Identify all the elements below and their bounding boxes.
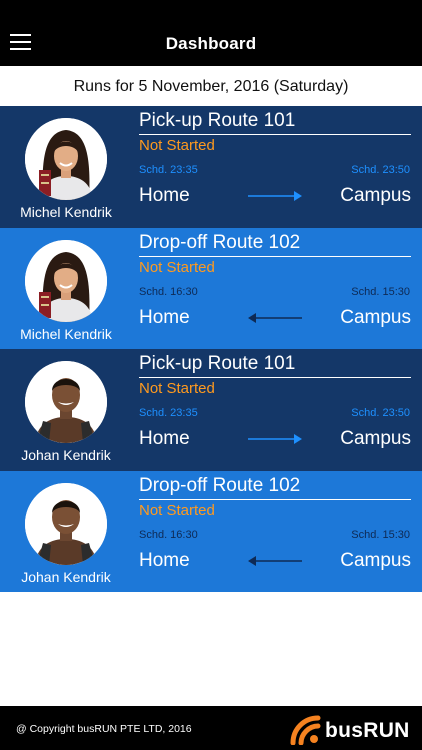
right-arrow-icon [247, 190, 303, 202]
top-app-bar: Dashboard [0, 0, 422, 66]
origin-label: Home [139, 428, 190, 449]
route-name: Pick-up Route 101 [139, 110, 296, 131]
schedule-end: Schd. 23:50 [351, 164, 410, 176]
left-arrow-icon [247, 312, 303, 324]
schedule-end: Schd. 15:30 [351, 285, 410, 298]
destination-label: Campus [340, 428, 411, 449]
route-divider [139, 498, 411, 500]
run-card[interactable]: Michel Kendrik Pick-up Route 101 Not Sta… [0, 106, 422, 228]
schedule-start: Schd. 16:30 [139, 285, 198, 298]
destination-label: Campus [340, 549, 411, 571]
route-divider [139, 255, 411, 257]
logo-text: busRUN [325, 719, 410, 742]
run-card[interactable]: Michel Kendrik Drop-off Route 102 Not St… [0, 227, 422, 349]
copyright-text: @ Copyright busRUN PTE LTD, 2016 [16, 723, 192, 735]
student-name: Michel Kendrik [20, 204, 112, 220]
run-card[interactable]: Johan Kendrik Pick-up Route 101 Not Star… [0, 349, 422, 471]
student-avatar-boy [25, 361, 107, 443]
schedule-end: Schd. 15:30 [351, 528, 410, 541]
origin-label: Home [139, 306, 190, 328]
left-arrow-icon [247, 555, 303, 567]
student-avatar-boy [25, 482, 107, 565]
run-card[interactable]: Johan Kendrik Drop-off Route 102 Not Sta… [0, 470, 422, 592]
schedule-start: Schd. 23:35 [139, 407, 198, 419]
route-divider [139, 377, 411, 378]
route-name: Pick-up Route 101 [139, 353, 296, 374]
route-name: Drop-off Route 102 [139, 474, 301, 496]
schedule-start: Schd. 23:35 [139, 164, 198, 176]
destination-label: Campus [340, 306, 411, 328]
wifi-signal-icon [290, 715, 321, 745]
right-arrow-icon [247, 433, 303, 445]
busrun-logo: busRUN [290, 715, 420, 745]
student-name: Michel Kendrik [20, 325, 112, 342]
schedule-end: Schd. 23:50 [351, 407, 410, 419]
run-status: Not Started [139, 380, 215, 397]
destination-label: Campus [340, 185, 411, 206]
run-status: Not Started [139, 137, 215, 154]
student-avatar-girl [25, 239, 107, 322]
page-title: Dashboard [165, 34, 257, 53]
runs-list: Michel Kendrik Pick-up Route 101 Not Sta… [0, 106, 422, 592]
route-name: Drop-off Route 102 [139, 231, 301, 253]
run-status: Not Started [139, 501, 215, 519]
route-divider [139, 134, 411, 135]
student-name: Johan Kendrik [21, 447, 111, 463]
schedule-start: Schd. 16:30 [139, 528, 198, 541]
origin-label: Home [139, 549, 190, 571]
student-name: Johan Kendrik [21, 568, 111, 585]
origin-label: Home [139, 185, 190, 206]
date-heading: Runs for 5 November, 2016 (Saturday) [0, 66, 422, 106]
student-avatar-girl [25, 118, 107, 200]
run-status: Not Started [139, 258, 215, 276]
footer-bar: @ Copyright busRUN PTE LTD, 2016 busRUN [0, 706, 422, 750]
